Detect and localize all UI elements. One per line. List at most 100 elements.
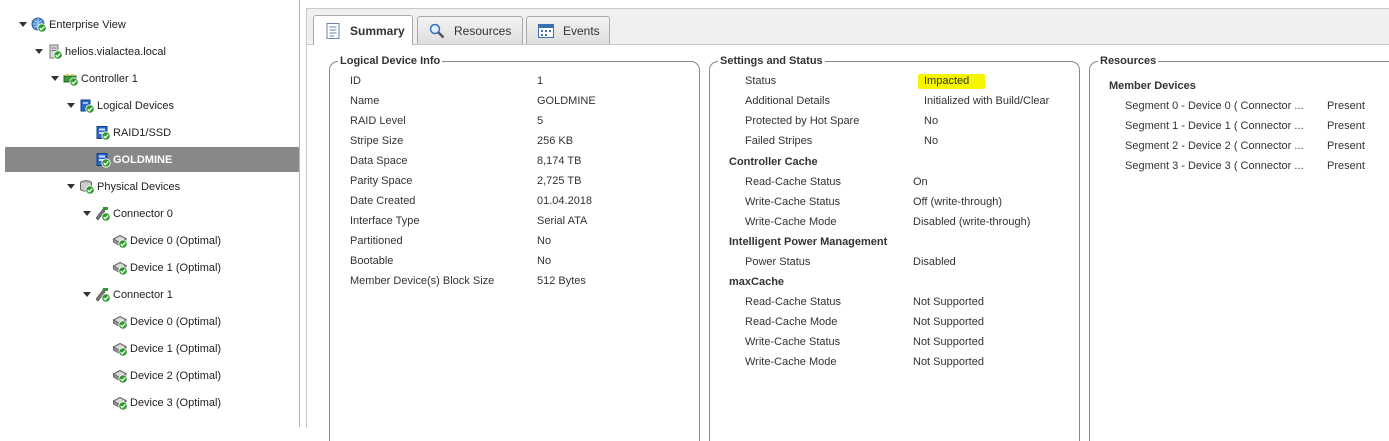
expand-arrow-icon[interactable] xyxy=(82,209,91,218)
detail-panel: Summary Resources Events Logical Device xyxy=(306,8,1389,441)
field-label: Write-Cache Status xyxy=(745,336,841,348)
disk-icon xyxy=(112,261,128,276)
field-value: Serial ATA xyxy=(537,215,588,227)
expand-arrow-icon[interactable] xyxy=(34,47,43,56)
field-value: Not Supported xyxy=(913,316,984,328)
tab-bar: Summary Resources Events xyxy=(307,9,1389,45)
member-device-name: Segment 1 - Device 1 ( Connector ... xyxy=(1125,120,1304,132)
tab-resources[interactable]: Resources xyxy=(417,16,523,44)
field-value: Disabled (write-through) xyxy=(913,216,1031,228)
field-label: Write-Cache Mode xyxy=(745,356,837,368)
tree-node[interactable]: Device 1 (Optimal) xyxy=(0,336,298,361)
tree-node[interactable]: Device 0 (Optimal) xyxy=(0,228,298,253)
tree-node[interactable]: Connector 1 xyxy=(0,282,298,307)
tree-node-label: Device 2 (Optimal) xyxy=(130,369,222,382)
tree-node-label: GOLDMINE xyxy=(113,153,173,166)
magnifier-icon xyxy=(429,23,445,38)
tab-label: Summary xyxy=(350,23,405,38)
server-icon xyxy=(49,44,63,60)
tab-summary[interactable]: Summary xyxy=(313,15,413,45)
field-label: Member Device(s) Block Size xyxy=(350,275,495,287)
tree-node-label: Device 0 (Optimal) xyxy=(130,315,222,328)
tree-node-label: Physical Devices xyxy=(97,180,181,193)
expand-arrow-icon[interactable] xyxy=(50,74,59,83)
field-label: ID xyxy=(350,75,361,87)
tree-node[interactable]: Logical Devices xyxy=(0,93,298,118)
tree-node-label: RAID1/SSD xyxy=(113,126,172,139)
member-device-state: Present xyxy=(1327,120,1365,132)
disk-icon xyxy=(112,342,128,357)
field-label: Write-Cache Status xyxy=(745,196,841,208)
member-device-state: Present xyxy=(1327,100,1365,112)
field-label: Name xyxy=(350,95,380,107)
field-label: Read-Cache Mode xyxy=(745,316,838,328)
group-title: Resources xyxy=(1098,55,1159,67)
field-label: Partitioned xyxy=(350,235,403,247)
status-value: Impacted xyxy=(918,74,986,89)
settings-and-status-group: Settings and Status Status Impacted Additi… xyxy=(709,55,1080,441)
tree-node[interactable]: Controller 1 xyxy=(0,66,298,91)
field-value: 8,174 TB xyxy=(537,155,582,167)
field-label: Write-Cache Mode xyxy=(745,216,837,228)
field-value: Initialized with Build/Clear xyxy=(924,95,1050,107)
field-value: 512 Bytes xyxy=(537,275,586,287)
section-heading: maxCache xyxy=(729,276,785,288)
group-title: Settings and Status xyxy=(718,55,825,67)
field-value: No xyxy=(924,115,939,127)
field-value: No xyxy=(924,135,939,147)
tab-events[interactable]: Events xyxy=(526,16,610,44)
field-value: Not Supported xyxy=(913,336,984,348)
field-value: 256 KB xyxy=(537,135,574,147)
field-label: Data Space xyxy=(350,155,408,167)
field-label: Failed Stripes xyxy=(745,135,813,147)
field-label: Additional Details xyxy=(745,95,830,107)
field-label: Interface Type xyxy=(350,215,420,227)
tree-node-label: Logical Devices xyxy=(97,99,175,112)
tree-node[interactable]: Enterprise View xyxy=(0,12,298,37)
member-device-name: Segment 0 - Device 0 ( Connector ... xyxy=(1125,100,1304,112)
tree-node[interactable]: Physical Devices xyxy=(0,174,298,199)
device-tree-panel: Enterprise View helios.vialactea.local C… xyxy=(0,0,300,427)
field-value: On xyxy=(913,176,928,188)
field-label: Protected by Hot Spare xyxy=(745,115,860,127)
tree-node[interactable]: Device 3 (Optimal) xyxy=(0,390,298,415)
expand-arrow-icon[interactable] xyxy=(82,290,91,299)
section-heading: Controller Cache xyxy=(729,156,818,168)
member-device-name: Segment 2 - Device 2 ( Connector ... xyxy=(1125,140,1304,152)
field-label: Stripe Size xyxy=(350,135,404,147)
field-label: Power Status xyxy=(745,256,811,268)
logical-devices-icon xyxy=(80,99,95,114)
disk-icon xyxy=(112,315,128,330)
field-label: Read-Cache Status xyxy=(745,176,841,188)
tree-node-label: Device 1 (Optimal) xyxy=(130,261,222,274)
field-label: RAID Level xyxy=(350,115,406,127)
field-value: Not Supported xyxy=(913,356,984,368)
section-heading: Intelligent Power Management xyxy=(729,236,888,248)
tree-node-label: Connector 1 xyxy=(113,288,173,301)
tree-node[interactable]: RAID1/SSD xyxy=(0,120,298,145)
tree-node[interactable]: GOLDMINE xyxy=(5,147,299,172)
tree-node[interactable]: Device 1 (Optimal) xyxy=(0,255,298,280)
tree-node[interactable]: helios.vialactea.local xyxy=(0,39,298,64)
field-value: 01.04.2018 xyxy=(537,195,593,207)
tree-node-label: Enterprise View xyxy=(49,18,126,31)
expand-arrow-icon[interactable] xyxy=(66,101,75,110)
physical-devices-icon xyxy=(80,179,95,195)
logical-device-info-group: Logical Device Info ID 1 Name GOLDMINE RAID … xyxy=(329,55,700,441)
field-value: 1 xyxy=(537,75,544,87)
expand-arrow-icon[interactable] xyxy=(18,20,27,29)
tree-node[interactable]: Device 2 (Optimal) xyxy=(0,363,298,388)
document-icon xyxy=(326,22,340,39)
expand-arrow-icon[interactable] xyxy=(66,182,75,191)
tree-node[interactable]: Device 0 (Optimal) xyxy=(0,309,298,334)
tree-node[interactable]: Connector 0 xyxy=(0,201,298,226)
tree-node-label: Controller 1 xyxy=(81,72,138,85)
field-label: Read-Cache Status xyxy=(745,296,841,308)
field-label: Bootable xyxy=(350,255,394,267)
tree-node-label: helios.vialactea.local xyxy=(65,45,166,58)
